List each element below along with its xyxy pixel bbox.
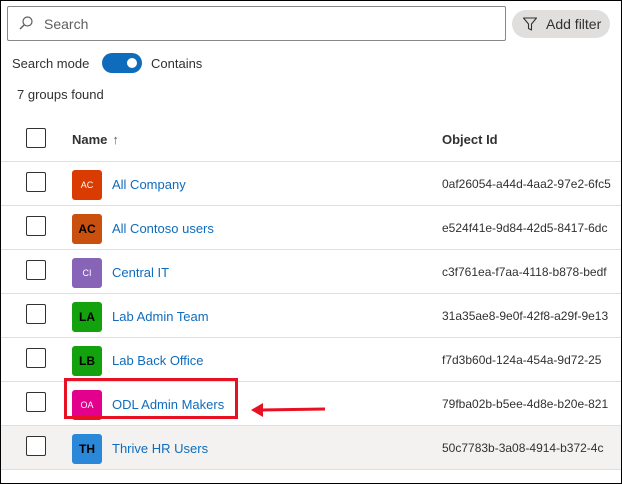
toggle-knob [127,58,137,68]
search-mode-toggle[interactable] [102,53,142,73]
group-name-link[interactable]: Thrive HR Users [112,441,208,456]
table-row: AC All Company 0af26054-a44d-4aa2-97e2-6… [1,162,621,206]
group-name-link[interactable]: Lab Admin Team [112,309,209,324]
group-name-link[interactable]: All Contoso users [112,221,214,236]
row-checkbox[interactable] [26,392,46,412]
row-checkbox[interactable] [26,436,46,456]
table-row: TH Thrive HR Users 50c7783b-3a08-4914-b3… [1,426,621,470]
object-id: e524f41e-9d84-42d5-8417-6dc [442,221,608,235]
object-id: 0af26054-a44d-4aa2-97e2-6fc5 [442,177,611,191]
table-row: LB Lab Back Office f7d3b60d-124a-454a-9d… [1,338,621,382]
row-checkbox[interactable] [26,216,46,236]
highlight-box [64,378,238,419]
group-avatar: TH [72,434,102,464]
group-name-link[interactable]: All Company [112,177,186,192]
search-mode-value: Contains [151,56,203,71]
add-filter-label: Add filter [546,16,602,32]
row-checkbox[interactable] [26,260,46,280]
row-checkbox[interactable] [26,172,46,192]
group-name-link[interactable]: Central IT [112,265,169,280]
table-header: Name ↑ Object Id [1,118,621,162]
object-id: 50c7783b-3a08-4914-b372-4c [442,441,604,455]
callout-arrow-icon [251,403,326,417]
group-avatar: LB [72,346,102,376]
column-header-object-id[interactable]: Object Id [442,132,498,147]
result-count: 7 groups found [17,87,104,102]
search-input[interactable] [42,14,486,33]
column-header-name-label: Name [72,132,108,147]
group-avatar: CI [72,258,102,288]
search-mode-label: Search mode [12,56,90,71]
object-id: 79fba02b-b5ee-4d8e-b20e-821 [442,397,609,411]
object-id: c3f761ea-f7aa-4118-b878-bedf [442,265,607,279]
sort-ascending-icon: ↑ [112,132,119,147]
groups-panel: Add filter Search mode Contains 7 groups… [1,1,621,483]
group-avatar: AC [72,170,102,200]
add-filter-button[interactable]: Add filter [512,10,610,38]
group-name-link[interactable]: Lab Back Office [112,353,204,368]
table-row: AC All Contoso users e524f41e-9d84-42d5-… [1,206,621,250]
table-row: LA Lab Admin Team 31a35ae8-9e0f-42f8-a29… [1,294,621,338]
table-row: CI Central IT c3f761ea-f7aa-4118-b878-be… [1,250,621,294]
column-header-name[interactable]: Name ↑ [72,132,119,147]
group-avatar: AC [72,214,102,244]
object-id: 31a35ae8-9e0f-42f8-a29f-9e13 [442,309,609,323]
search-icon [19,16,33,30]
select-all-checkbox[interactable] [26,128,46,148]
object-id: f7d3b60d-124a-454a-9d72-25 [442,353,602,367]
search-box[interactable] [7,6,506,41]
group-avatar: LA [72,302,102,332]
row-checkbox[interactable] [26,304,46,324]
filter-icon [522,17,538,31]
row-checkbox[interactable] [26,348,46,368]
